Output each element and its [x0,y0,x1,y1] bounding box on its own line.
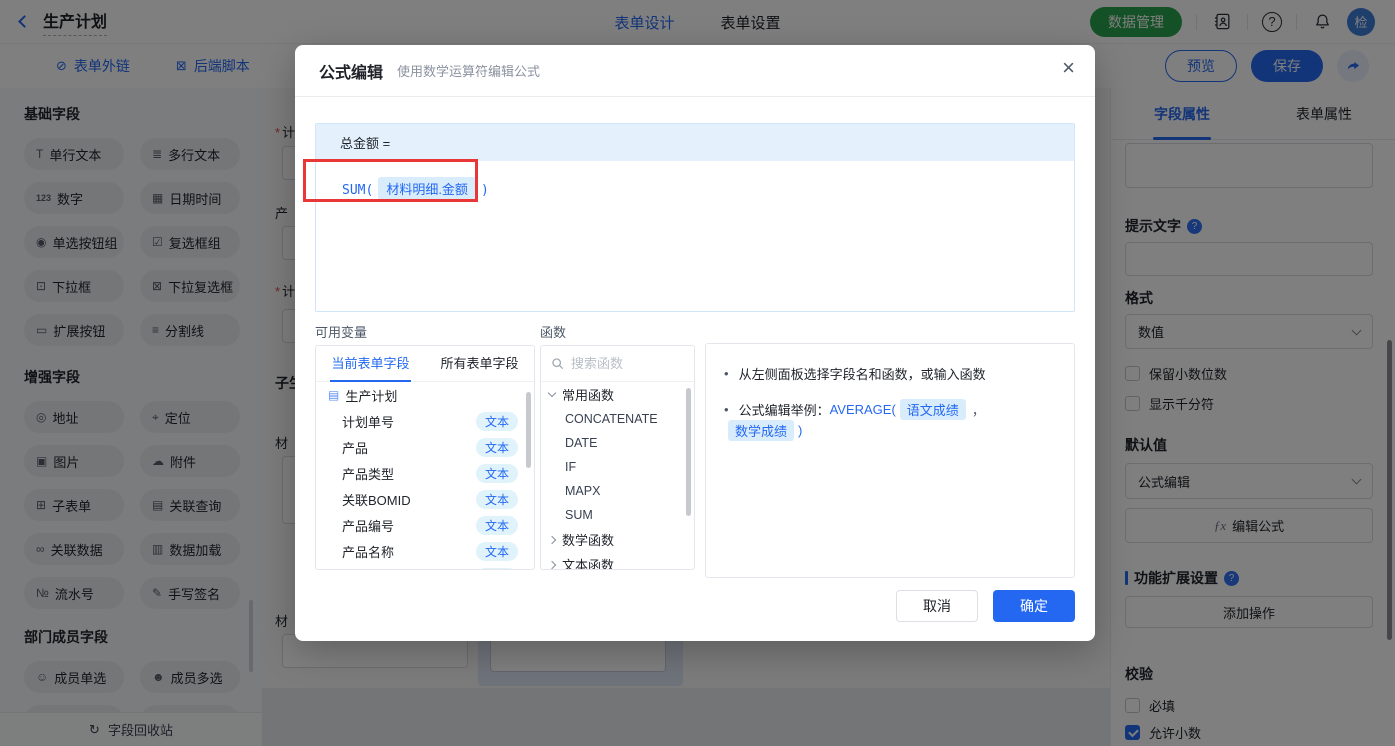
formula-close-paren: ) [480,183,489,198]
function-item[interactable]: IF [541,455,694,479]
function-search [541,346,694,382]
formula-field-chip[interactable]: 材料明细.金额 [378,177,476,200]
function-item[interactable]: CONCATENATE [541,407,694,431]
functions-label: 函数 [540,325,567,340]
hints-panel: • 从左侧面板选择字段名和函数，或输入函数 • 公式编辑举例： AVERAGE(语文成… [705,343,1075,578]
modal-subtitle: 使用数学运算符编辑公式 [397,64,541,79]
variable-item[interactable]: 关联BOMID 文本 [316,486,534,512]
confirm-button[interactable]: 确定 [993,590,1075,622]
variable-item-partial[interactable]: 文本 [316,564,534,569]
type-badge: 文本 [475,437,518,457]
type-badge: 文本 [475,541,518,561]
chevron-right-icon [547,560,557,569]
type-badge: 文本 [475,489,518,509]
variables-scrollbar[interactable] [526,392,531,468]
variables-tree-root[interactable]: ▤ 生产计划 [316,382,534,408]
chevron-down-icon [547,388,557,398]
cancel-button[interactable]: 取消 [896,590,978,622]
file-icon: ▤ [328,388,340,402]
variables-tabs: 当前表单字段 所有表单字段 [316,346,534,382]
modal-header: 公式编辑 使用数学运算符编辑公式 × [295,45,1095,97]
function-item[interactable]: SUM [541,503,694,527]
variables-label: 可用变量 [315,325,368,340]
example-field-chip: 数学成绩 [728,420,795,441]
formula-input[interactable]: SUM( 材料明细.金额) [316,161,1074,311]
variable-item[interactable]: 产品编号 文本 [316,512,534,538]
function-group-text[interactable]: 文本函数 [541,552,694,569]
function-item[interactable]: DATE [541,431,694,455]
variable-item[interactable]: 产品类型 文本 [316,460,534,486]
functions-scrollbar[interactable] [686,388,691,516]
close-icon[interactable]: × [1062,57,1075,79]
variables-panel: 当前表单字段 所有表单字段 ▤ 生产计划 计划单号 文本 产品 文本 产品类型 文本 关… [315,345,535,570]
functions-panel: 常用函数 CONCATENATE DATE IF MAPX SUM 数学函数 文… [540,345,695,570]
type-badge: 文本 [475,463,518,483]
hint-line: • 从左侧面板选择字段名和函数，或输入函数 [724,366,986,382]
modal-footer: 取消 确定 [896,590,1075,622]
type-badge: 文本 [475,411,518,431]
hint-example-line: • 公式编辑举例： AVERAGE(语文成绩，数学成绩) [724,399,1056,441]
modal-title: 公式编辑 [319,64,384,82]
formula-function: SUM( [342,183,374,198]
function-item[interactable]: MAPX [541,479,694,503]
chevron-right-icon [547,535,557,544]
tab-current-form-fields[interactable]: 当前表单字段 [316,346,425,382]
variable-item[interactable]: 产品 文本 [316,434,534,460]
type-badge: 文本 [475,567,518,569]
formula-editor-area: 总金额 = SUM( 材料明细.金额) [315,123,1075,312]
example-field-chip: 语文成绩 [899,399,966,420]
app-screen: 生产计划 表单设计 表单设置 数据管理 ? 检 ⊘表单外链 ⊠后端脚本 ▥数据权… [0,0,1395,746]
variable-item[interactable]: 产品名称 文本 [316,538,534,564]
function-search-input[interactable] [571,356,675,371]
function-group-math[interactable]: 数学函数 [541,527,694,552]
variable-item[interactable]: 计划单号 文本 [316,408,534,434]
formula-editor-modal: 公式编辑 使用数学运算符编辑公式 × 总金额 = SUM( 材料明细.金额) 可用… [295,45,1095,641]
type-badge: 文本 [475,515,518,535]
formula-target: 总金额 = [316,124,1074,161]
tab-all-form-fields[interactable]: 所有表单字段 [425,346,534,382]
search-icon [552,358,563,369]
function-group-common[interactable]: 常用函数 [541,382,694,407]
